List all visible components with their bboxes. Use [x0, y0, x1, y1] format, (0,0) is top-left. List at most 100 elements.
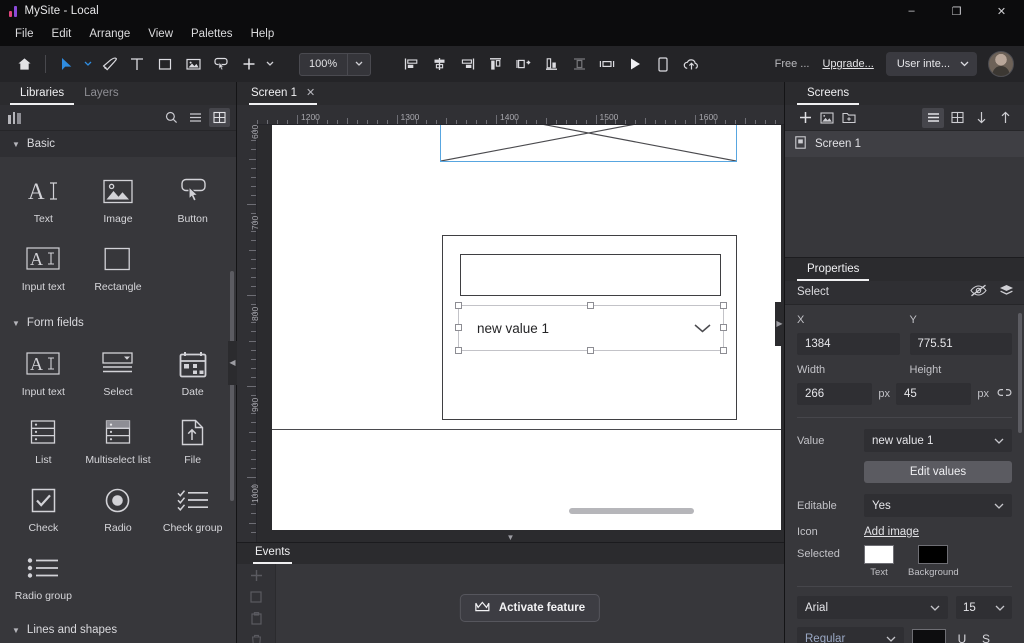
- resize-handle-se[interactable]: [720, 347, 727, 354]
- copy-event-icon[interactable]: [248, 591, 265, 603]
- editable-select[interactable]: Yes: [864, 494, 1012, 518]
- image-icon[interactable]: [179, 51, 207, 77]
- add-image-screen-icon[interactable]: [816, 108, 838, 128]
- resize-handle-sw[interactable]: [455, 347, 462, 354]
- canvas-group-container[interactable]: new value 1: [442, 235, 737, 420]
- properties-scrollbar[interactable]: [1018, 313, 1022, 434]
- home-icon[interactable]: [10, 51, 38, 77]
- add-event-icon[interactable]: [248, 569, 265, 582]
- library-group-lines-and-shapes[interactable]: ▼ Lines and shapes: [0, 616, 236, 643]
- maximize-icon[interactable]: ❐: [934, 0, 979, 22]
- tab-screen-1[interactable]: Screen 1 ✕: [249, 83, 318, 105]
- underline-icon[interactable]: U: [954, 632, 970, 643]
- grid-view-icon[interactable]: [209, 108, 230, 127]
- move-down-icon[interactable]: [970, 108, 992, 128]
- link-aspect-icon[interactable]: [995, 387, 1012, 401]
- font-family-select[interactable]: Arial: [797, 596, 948, 620]
- play-icon[interactable]: [621, 51, 649, 77]
- pointer-dropdown-icon[interactable]: [81, 51, 95, 77]
- button-icon[interactable]: [207, 51, 235, 77]
- library-item-check[interactable]: Check: [6, 478, 81, 544]
- plus-icon[interactable]: [235, 51, 263, 77]
- add-image-link[interactable]: Add image: [864, 526, 919, 538]
- menu-arrange[interactable]: Arrange: [80, 24, 139, 44]
- library-item-radio[interactable]: Radio: [81, 478, 156, 544]
- list-view-icon[interactable]: [185, 108, 206, 127]
- font-style-select[interactable]: Regular: [797, 627, 904, 643]
- paste-event-icon[interactable]: [248, 612, 265, 625]
- add-screen-icon[interactable]: [794, 108, 816, 128]
- canvas-area[interactable]: new value 1 1200 1300 1400 1500 1600 100…: [237, 105, 784, 542]
- resize-handle-nw[interactable]: [455, 302, 462, 309]
- canvas-select-widget[interactable]: new value 1: [458, 307, 723, 351]
- libraries-scrollbar[interactable]: [230, 271, 234, 501]
- y-input[interactable]: 775.51: [909, 333, 1012, 356]
- list-view-icon[interactable]: [922, 107, 944, 128]
- resize-handle-e[interactable]: [720, 324, 727, 331]
- mobile-preview-icon[interactable]: [649, 51, 677, 77]
- canvas-inner-horizontal-scrollbar[interactable]: [569, 508, 694, 514]
- user-interface-select[interactable]: User inte...: [885, 52, 977, 76]
- layers-icon[interactable]: [999, 284, 1014, 300]
- menu-file[interactable]: File: [6, 24, 43, 44]
- library-group-form-fields[interactable]: ▼ Form fields: [0, 307, 236, 336]
- align-right-icon[interactable]: [453, 51, 481, 77]
- library-item-file[interactable]: File: [155, 410, 230, 476]
- distribute-horizontal-icon[interactable]: [509, 51, 537, 77]
- library-item-rectangle[interactable]: Rectangle: [81, 237, 156, 303]
- tab-events[interactable]: Events: [253, 543, 293, 564]
- library-item-list[interactable]: List: [6, 410, 81, 476]
- upgrade-link[interactable]: Upgrade...: [816, 58, 879, 70]
- library-item-text[interactable]: A Text: [6, 169, 81, 235]
- cloud-upload-icon[interactable]: [677, 51, 705, 77]
- font-color-swatch[interactable]: [912, 628, 946, 643]
- library-item-input-text-form[interactable]: A Input text: [6, 342, 81, 408]
- resize-handle-ne[interactable]: [720, 302, 727, 309]
- collapse-left-panel-icon[interactable]: ◀: [228, 340, 237, 385]
- rectangle-icon[interactable]: [151, 51, 179, 77]
- events-empty-area[interactable]: Add event Activate feature: [276, 564, 784, 643]
- align-bottom-icon[interactable]: [537, 51, 565, 77]
- add-folder-icon[interactable]: [838, 108, 860, 128]
- move-up-icon[interactable]: [994, 108, 1016, 128]
- pointer-icon[interactable]: [53, 51, 81, 77]
- close-icon[interactable]: ✕: [306, 86, 315, 99]
- menu-palettes[interactable]: Palettes: [182, 24, 242, 44]
- design-canvas[interactable]: new value 1: [272, 105, 781, 530]
- background-color-swatch[interactable]: [918, 545, 949, 565]
- library-item-radio-group[interactable]: Radio group: [6, 546, 81, 612]
- pen-icon[interactable]: [95, 51, 123, 77]
- search-icon[interactable]: [161, 108, 182, 127]
- avatar[interactable]: [988, 51, 1014, 77]
- tab-properties[interactable]: Properties: [797, 260, 870, 281]
- properties-body[interactable]: X Y 1384 775.51 Width Height 266 px 45 px: [785, 305, 1024, 643]
- activate-feature-button[interactable]: Activate feature: [459, 594, 601, 623]
- tab-libraries[interactable]: Libraries: [10, 84, 75, 105]
- library-item-button[interactable]: Button: [155, 169, 230, 235]
- library-item-select[interactable]: Select: [81, 342, 156, 408]
- library-item-multiselect-list[interactable]: Multiselect list: [81, 410, 156, 476]
- align-middle-icon[interactable]: [565, 51, 593, 77]
- zoom-dropdown-icon[interactable]: [348, 59, 370, 69]
- library-item-image[interactable]: Image: [81, 169, 156, 235]
- width-input[interactable]: 266: [797, 383, 873, 406]
- screen-list-item[interactable]: Screen 1: [785, 131, 1024, 157]
- library-group-basic[interactable]: ▼ Basic: [0, 131, 236, 157]
- x-input[interactable]: 1384: [797, 333, 900, 356]
- libraries-scroll-area[interactable]: ▼ Basic A Text Image Button A Input text…: [0, 131, 236, 643]
- library-item-input-text[interactable]: A Input text: [6, 237, 81, 303]
- resize-handle-w[interactable]: [455, 324, 462, 331]
- close-icon[interactable]: ✕: [979, 0, 1024, 22]
- resize-handle-s[interactable]: [587, 347, 594, 354]
- hide-icon[interactable]: [970, 284, 987, 300]
- plus-dropdown-icon[interactable]: [263, 51, 277, 77]
- edit-values-button[interactable]: Edit values: [864, 461, 1012, 484]
- text-icon[interactable]: [123, 51, 151, 77]
- library-item-check-group[interactable]: Check group: [155, 478, 230, 544]
- collapse-right-panel-icon[interactable]: ▶: [775, 301, 784, 346]
- tab-screens[interactable]: Screens: [797, 84, 860, 105]
- delete-event-icon[interactable]: [248, 634, 265, 643]
- resize-handle-n[interactable]: [587, 302, 594, 309]
- align-left-icon[interactable]: [397, 51, 425, 77]
- value-select[interactable]: new value 1: [864, 429, 1012, 453]
